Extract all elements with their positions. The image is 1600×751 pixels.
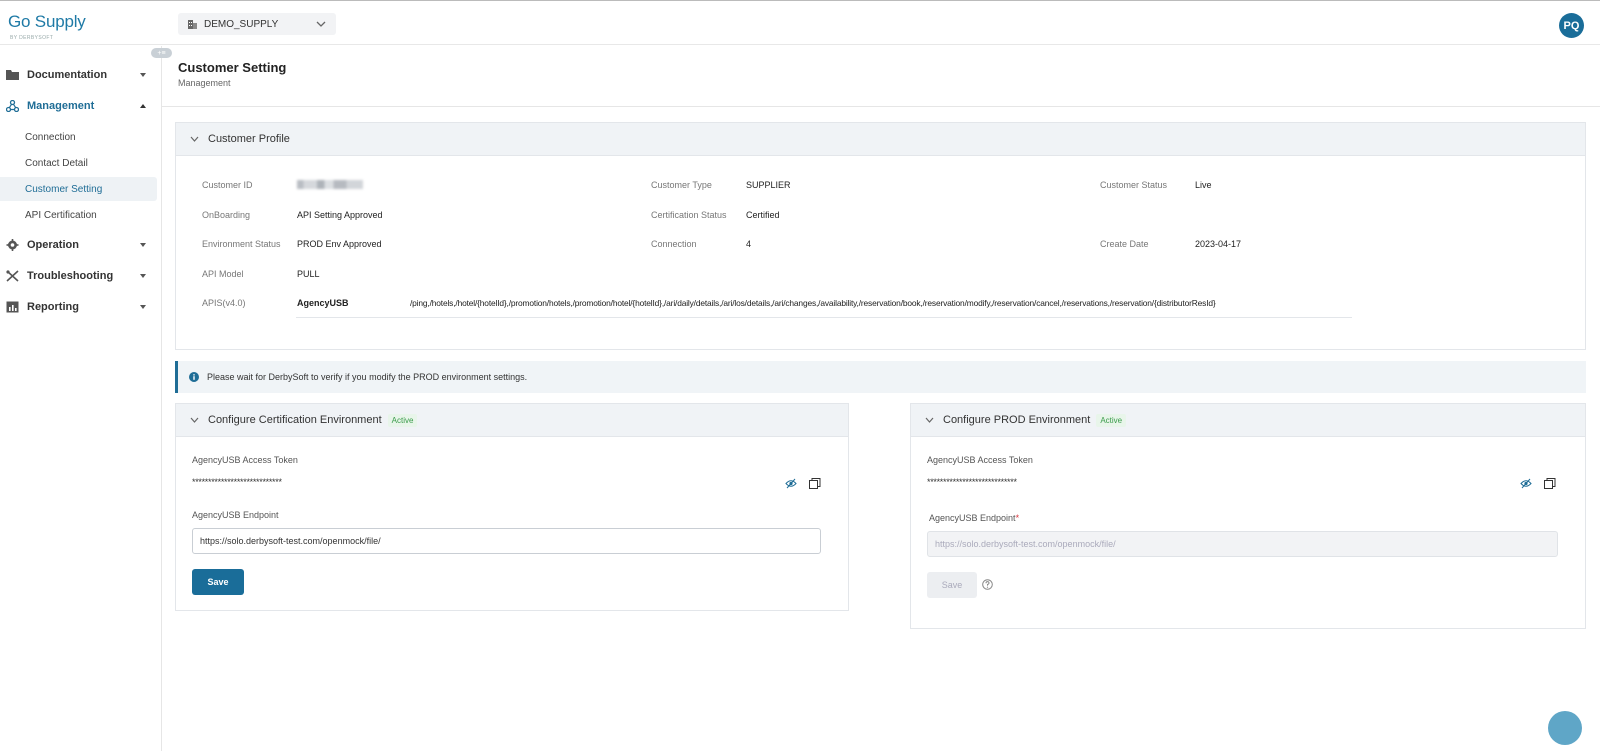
sidebar-group-troubleshooting[interactable]: Troubleshooting xyxy=(0,264,157,288)
tenant-selector[interactable]: DEMO_SUPPLY xyxy=(178,13,336,35)
cert-save-button[interactable]: Save xyxy=(192,569,244,595)
create-date-label: Create Date xyxy=(1100,239,1149,249)
prod-endpoint-input[interactable]: https://solo.derbysoft-test.com/openmock… xyxy=(927,531,1558,557)
certification-status-label: Certification Status xyxy=(651,210,727,220)
certification-status-value: Certified xyxy=(746,210,780,220)
info-notice: Please wait for DerbySoft to verify if y… xyxy=(175,361,1586,393)
gear-icon xyxy=(6,239,19,251)
required-marker: * xyxy=(1015,513,1020,523)
panel-title: Configure Certification Environment xyxy=(208,414,382,426)
create-date-value: 2023-04-17 xyxy=(1195,239,1242,249)
connection-value: 4 xyxy=(746,239,752,249)
sidebar-group-management[interactable]: Management xyxy=(0,94,157,118)
notice-text: Please wait for DerbySoft to verify if y… xyxy=(207,372,528,382)
sidebar-item-contact-detail[interactable]: Contact Detail xyxy=(0,151,157,175)
prod-save-button[interactable]: Save xyxy=(927,572,977,598)
main-content: Customer Setting Management Customer Pro… xyxy=(162,46,1600,751)
eye-hide-icon[interactable] xyxy=(785,478,797,489)
caret-down-icon xyxy=(140,73,146,77)
api-model-value: PULL xyxy=(297,269,320,279)
brand-logo[interactable]: Go Supply BY DERBYSOFT xyxy=(8,12,86,41)
top-bar: Go Supply BY DERBYSOFT DEMO_SUPPLY PQ xyxy=(0,6,1600,45)
breadcrumb: Management xyxy=(178,78,231,88)
onboarding-value: API Setting Approved xyxy=(297,210,383,220)
page-title: Customer Setting xyxy=(178,60,287,75)
cert-env-panel: Configure Certification Environment Acti… xyxy=(175,403,849,611)
panel-title: Configure PROD Environment xyxy=(943,414,1091,426)
apis-name: AgencyUSB xyxy=(297,298,349,308)
endpoint-label: AgencyUSB Endpoint* xyxy=(929,513,1019,523)
brand-tagline: BY DERBYSOFT xyxy=(10,35,54,41)
endpoint-label-text: AgencyUSB Endpoint xyxy=(929,513,1016,523)
network-icon xyxy=(6,100,19,112)
caret-down-icon xyxy=(140,305,146,309)
caret-down-icon xyxy=(140,274,146,278)
prod-env-panel: Configure PROD Environment Active Agency… xyxy=(910,403,1586,629)
copy-icon[interactable] xyxy=(809,478,821,489)
folder-icon xyxy=(6,70,19,80)
sidebar: +≡ Documentation Management Connection C… xyxy=(0,46,172,751)
copy-icon[interactable] xyxy=(1544,478,1556,489)
access-token-value: **************************** xyxy=(927,477,1017,487)
endpoint-label: AgencyUSB Endpoint xyxy=(192,510,279,520)
environment-status-label: Environment Status xyxy=(202,239,281,249)
access-token-value: **************************** xyxy=(192,477,282,487)
chevron-down-icon xyxy=(316,21,326,27)
info-icon xyxy=(189,372,199,382)
chevron-down-icon xyxy=(925,417,934,423)
apis-label: APIS(v4.0) xyxy=(202,298,246,308)
help-icon[interactable] xyxy=(982,579,993,590)
user-avatar[interactable]: PQ xyxy=(1559,13,1584,38)
sidebar-group-label: Operation xyxy=(27,239,79,251)
sidebar-group-label: Management xyxy=(27,100,95,112)
brand-name: Go Supply xyxy=(8,12,86,31)
customer-status-label: Customer Status xyxy=(1100,180,1168,190)
customer-type-value: SUPPLIER xyxy=(746,180,791,190)
customer-status-value: Live xyxy=(1195,180,1212,190)
caret-down-icon xyxy=(140,243,146,247)
customer-id-redacted xyxy=(297,180,363,189)
chevron-down-icon xyxy=(190,136,199,142)
customer-id-label: Customer ID xyxy=(202,180,253,190)
customer-type-label: Customer Type xyxy=(651,180,712,190)
customer-profile-header[interactable]: Customer Profile xyxy=(176,123,1585,156)
access-token-label: AgencyUSB Access Token xyxy=(192,455,298,465)
sidebar-group-operation[interactable]: Operation xyxy=(0,233,157,257)
panel-title: Customer Profile xyxy=(208,133,290,145)
tools-icon xyxy=(6,270,19,282)
apis-paths: /ping,/hotels,/hotel/{hotelId},/promotio… xyxy=(410,298,1216,308)
prod-env-header[interactable]: Configure PROD Environment Active xyxy=(911,404,1585,437)
status-badge: Active xyxy=(1096,413,1127,427)
environment-status-value: PROD Env Approved xyxy=(297,239,382,249)
sidebar-item-customer-setting[interactable]: Customer Setting xyxy=(0,177,157,201)
sidebar-group-label: Troubleshooting xyxy=(27,270,114,282)
sidebar-group-reporting[interactable]: Reporting xyxy=(0,295,157,319)
caret-up-icon xyxy=(140,104,146,108)
customer-profile-panel: Customer Profile Customer ID Customer Ty… xyxy=(175,122,1586,350)
access-token-label: AgencyUSB Access Token xyxy=(927,455,1033,465)
status-badge: Active xyxy=(387,413,418,427)
sidebar-group-documentation[interactable]: Documentation xyxy=(0,63,157,87)
eye-hide-icon[interactable] xyxy=(1520,478,1532,489)
onboarding-label: OnBoarding xyxy=(202,210,251,220)
divider xyxy=(162,106,1600,107)
divider xyxy=(296,317,1352,318)
sidebar-group-label: Documentation xyxy=(27,69,108,81)
cert-env-header[interactable]: Configure Certification Environment Acti… xyxy=(176,404,848,437)
sidebar-item-api-certification[interactable]: API Certification xyxy=(0,203,157,227)
tenant-name: DEMO_SUPPLY xyxy=(204,18,279,30)
api-model-label: API Model xyxy=(202,269,244,279)
chevron-down-icon xyxy=(190,417,199,423)
sidebar-group-label: Reporting xyxy=(27,301,79,313)
chart-icon xyxy=(6,301,19,313)
chat-support-button[interactable] xyxy=(1548,711,1582,745)
connection-label: Connection xyxy=(651,239,697,249)
sidebar-item-connection[interactable]: Connection xyxy=(0,125,157,149)
cert-endpoint-input[interactable]: https://solo.derbysoft-test.com/openmock… xyxy=(192,528,821,554)
building-icon xyxy=(188,20,197,29)
